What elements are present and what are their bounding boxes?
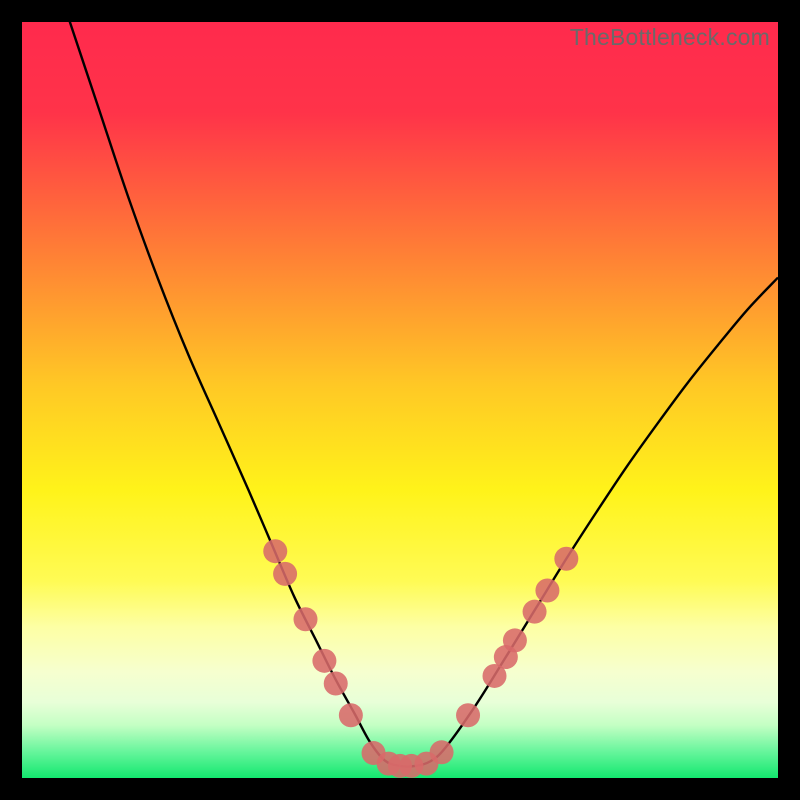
chart-svg (22, 22, 778, 778)
watermark-label: TheBottleneck.com (570, 24, 770, 51)
highlight-dot (554, 547, 578, 571)
highlight-dot (535, 579, 559, 603)
gradient-background (22, 22, 778, 778)
highlight-dot (294, 607, 318, 631)
highlight-dot (523, 600, 547, 624)
highlight-dot (273, 562, 297, 586)
highlight-dot (503, 628, 527, 652)
chart-frame: TheBottleneck.com (22, 22, 778, 778)
highlight-dot (312, 649, 336, 673)
highlight-dot (456, 703, 480, 727)
highlight-dot (324, 672, 348, 696)
highlight-dot (263, 539, 287, 563)
highlight-dot (430, 740, 454, 764)
highlight-dot (339, 703, 363, 727)
